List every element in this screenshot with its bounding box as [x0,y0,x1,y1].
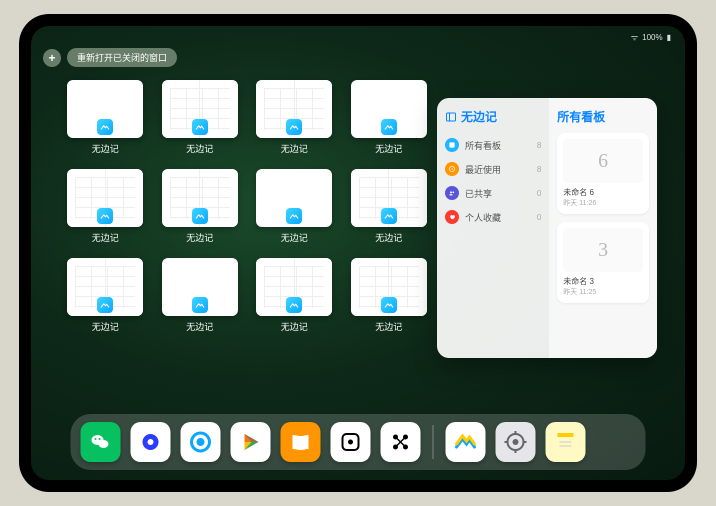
dock-app-connect[interactable] [381,422,421,462]
category-row[interactable]: 最近使用 8 [445,157,541,181]
popover-boards: 所有看板 6 未命名 6昨天 11:26 3 未命名 3昨天 11:25 [549,98,657,358]
board-card[interactable]: 3 未命名 3昨天 11:25 [557,222,649,303]
dock-app-dice[interactable] [331,422,371,462]
board-time: 昨天 11:25 [563,287,643,297]
window-label: 无边记 [92,142,119,155]
window-label: 无边记 [92,231,119,244]
status-right: ᯤ 100% ▮ [631,32,671,43]
window-label: 无边记 [375,142,402,155]
freeform-app-icon [97,297,113,313]
dock-app-settings[interactable] [496,422,536,462]
dock-app-wechat[interactable] [81,422,121,462]
category-count: 8 [537,165,541,174]
category-count: 0 [537,213,541,222]
dock-app-freeform[interactable] [446,422,486,462]
reopen-closed-window-chip[interactable]: 重新打开已关闭的窗口 [67,48,177,67]
add-window-button[interactable]: + [43,49,61,67]
category-row[interactable]: 所有看板 8 [445,133,541,157]
freeform-app-icon [381,208,397,224]
category-icon [445,162,459,176]
window-thumbnail[interactable]: 无边记 [162,258,239,333]
app-expose-grid: 无边记无边记无边记无边记无边记无边记无边记无边记无边记无边记无边记无边记 [67,80,427,333]
category-icon [445,210,459,224]
popover-sidebar: 无边记 所有看板 8 最近使用 8 已共享 0 个人收藏 0 [437,98,549,358]
category-label: 所有看板 [465,139,501,152]
window-thumbnail[interactable]: 无边记 [256,169,333,244]
window-thumbnail[interactable]: 无边记 [351,80,428,155]
wifi-icon: ᯤ [631,32,638,43]
category-label: 已共享 [465,187,492,200]
category-label: 个人收藏 [465,211,501,224]
freeform-app-icon [192,297,208,313]
window-thumbnail[interactable]: 无边记 [67,169,144,244]
window-label: 无边记 [375,231,402,244]
category-count: 8 [537,141,541,150]
dock-app-library[interactable] [596,422,636,462]
freeform-app-icon [381,119,397,135]
freeform-app-icon [286,119,302,135]
window-label: 无边记 [186,320,213,333]
board-name: 未命名 3 [563,276,643,287]
ipad-frame: ᯤ 100% ▮ + 重新打开已关闭的窗口 无边记无边记无边记无边记无边记无边记… [19,14,697,492]
freeform-app-icon [286,297,302,313]
popover-right-title: 所有看板 [557,108,649,125]
battery-label: 100% [642,33,662,42]
dock-app-quark[interactable] [131,422,171,462]
freeform-app-icon [97,119,113,135]
category-icon [445,138,459,152]
dock-app-notes[interactable] [546,422,586,462]
window-thumbnail[interactable]: 无边记 [256,258,333,333]
window-thumbnail[interactable]: 无边记 [67,258,144,333]
dock-app-qqbrowser[interactable] [181,422,221,462]
freeform-app-icon [286,208,302,224]
dock-separator [433,425,434,459]
top-bar: + 重新打开已关闭的窗口 [43,48,177,67]
sidebar-icon [445,111,457,123]
freeform-popover: ⋯ 无边记 所有看板8最近使用8已共享0个人收藏0 所有看板 6未命名 6昨天 … [437,98,657,358]
window-label: 无边记 [281,320,308,333]
window-thumbnail[interactable]: 无边记 [162,80,239,155]
board-card[interactable]: 6 未命名 6昨天 11:26 [557,133,649,214]
window-label: 无边记 [186,231,213,244]
window-label: 无边记 [92,320,119,333]
dock-app-play[interactable] [231,422,271,462]
board-preview: 6 [563,139,643,183]
freeform-app-icon [192,208,208,224]
category-label: 最近使用 [465,163,501,176]
window-label: 无边记 [281,231,308,244]
status-bar: ᯤ 100% ▮ [31,30,685,44]
board-name: 未命名 6 [563,187,643,198]
category-icon [445,186,459,200]
window-label: 无边记 [281,142,308,155]
freeform-app-icon [97,208,113,224]
battery-icon: ▮ [667,33,671,42]
window-thumbnail[interactable]: 无边记 [162,169,239,244]
screen: ᯤ 100% ▮ + 重新打开已关闭的窗口 无边记无边记无边记无边记无边记无边记… [31,26,685,480]
category-row[interactable]: 个人收藏 0 [445,205,541,229]
dock-app-books[interactable] [281,422,321,462]
window-thumbnail[interactable]: 无边记 [351,258,428,333]
category-row[interactable]: 已共享 0 [445,181,541,205]
board-preview: 3 [563,228,643,272]
window-thumbnail[interactable]: 无边记 [256,80,333,155]
window-label: 无边记 [375,320,402,333]
popover-app-title: 无边记 [445,108,541,125]
freeform-app-icon [192,119,208,135]
category-count: 0 [537,189,541,198]
window-thumbnail[interactable]: 无边记 [351,169,428,244]
window-thumbnail[interactable]: 无边记 [67,80,144,155]
window-label: 无边记 [186,142,213,155]
dock [71,414,646,470]
board-time: 昨天 11:26 [563,198,643,208]
freeform-app-icon [381,297,397,313]
